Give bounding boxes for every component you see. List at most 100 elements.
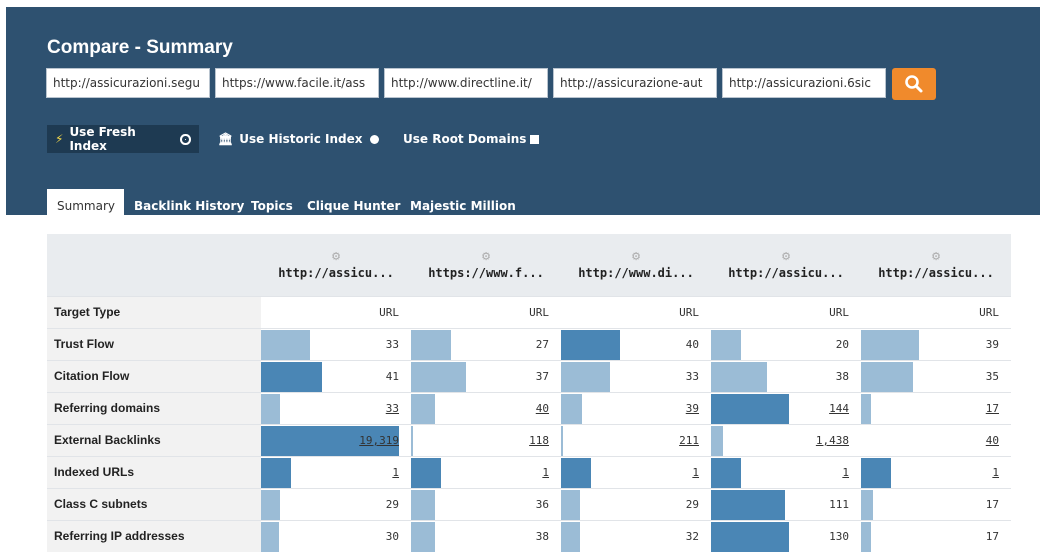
table-row: Citation Flow 41 37 33 38 35	[47, 360, 1011, 392]
value-bar	[861, 362, 913, 392]
value-text: 33	[685, 370, 699, 383]
value-bar	[711, 394, 789, 424]
table-row: External Backlinks 19,319 118 211 1,438 40	[47, 424, 1011, 456]
historic-index-option[interactable]: 🏛 Use Historic Index	[218, 125, 379, 153]
table-cell: 1	[561, 457, 709, 488]
value-text: 40	[685, 338, 699, 351]
value-bar	[411, 522, 435, 552]
root-domains-option[interactable]: Use Root Domains	[403, 125, 540, 153]
root-domains-checkbox[interactable]	[530, 134, 540, 144]
value-text: 30	[385, 530, 399, 543]
value-link[interactable]: 17	[986, 393, 999, 424]
tab-topics[interactable]: Topics	[251, 189, 293, 222]
column-header-3: ⚙ http://www.di...	[578, 249, 694, 280]
value-link[interactable]: 1	[542, 457, 549, 488]
gear-icon[interactable]: ⚙	[931, 250, 941, 263]
value-bar	[261, 394, 280, 424]
value-bar	[261, 522, 279, 552]
tab-backlink-history[interactable]: Backlink History	[134, 189, 244, 222]
value-link[interactable]: 40	[986, 425, 999, 456]
gear-icon[interactable]: ⚙	[781, 250, 791, 263]
value-text: 29	[685, 498, 699, 511]
tab-majestic-million[interactable]: Majestic Million	[410, 189, 516, 222]
value-text: URL	[679, 306, 699, 319]
url-input-1[interactable]	[46, 68, 210, 98]
gear-icon[interactable]: ⚙	[331, 250, 341, 263]
table-cell: URL	[561, 297, 709, 328]
value-text: 29	[385, 498, 399, 511]
value-bar	[261, 362, 322, 392]
value-bar	[411, 426, 413, 456]
value-link[interactable]: 1	[842, 457, 849, 488]
column-header-5: ⚙ http://assicu...	[878, 249, 994, 280]
root-domains-label: Use Root Domains	[403, 132, 527, 146]
row-label: Referring IP addresses	[47, 521, 261, 552]
value-link[interactable]: 211	[679, 425, 699, 456]
value-bar	[411, 458, 441, 488]
table-cell: 33	[261, 329, 409, 360]
gear-icon[interactable]: ⚙	[631, 250, 641, 263]
table-cell: 1	[711, 457, 859, 488]
value-bar	[561, 362, 610, 392]
table-cell: 1	[861, 457, 1009, 488]
url-input-3[interactable]	[384, 68, 548, 98]
value-link[interactable]: 1	[692, 457, 699, 488]
tab-clique-hunter[interactable]: Clique Hunter	[307, 189, 400, 222]
historic-index-radio[interactable]	[369, 134, 379, 144]
value-bar	[411, 330, 451, 360]
search-button[interactable]	[892, 68, 936, 100]
value-bar	[561, 426, 563, 456]
table-cell: 32	[561, 521, 709, 552]
table-cell: URL	[261, 297, 409, 328]
value-link[interactable]: 1	[992, 457, 999, 488]
row-label: Indexed URLs	[47, 457, 261, 488]
value-bar	[711, 330, 741, 360]
value-link[interactable]: 118	[529, 425, 549, 456]
value-text: 37	[535, 370, 549, 383]
column-header-2: ⚙ https://www.f...	[428, 249, 544, 280]
table-cell: 17	[861, 393, 1009, 424]
value-link[interactable]: 1	[392, 457, 399, 488]
table-cell: 130	[711, 521, 859, 552]
value-link[interactable]: 33	[386, 393, 399, 424]
value-text: 38	[535, 530, 549, 543]
table-cell: 40	[411, 393, 559, 424]
fresh-index-option[interactable]: ⚡ Use Fresh Index	[47, 125, 199, 153]
url-input-4[interactable]	[553, 68, 717, 98]
table-cell: 39	[861, 329, 1009, 360]
table-cell: 1	[261, 457, 409, 488]
value-text: 38	[835, 370, 849, 383]
row-label: Trust Flow	[47, 329, 261, 360]
value-bar	[561, 458, 591, 488]
table-cell: 33	[261, 393, 409, 424]
value-link[interactable]: 40	[536, 393, 549, 424]
table-cell: 38	[411, 521, 559, 552]
value-text: 35	[985, 370, 999, 383]
fresh-index-radio[interactable]	[180, 133, 191, 145]
table-row: Trust Flow 33 27 40 20 39	[47, 328, 1011, 360]
row-label: External Backlinks	[47, 425, 261, 456]
table-cell: 41	[261, 361, 409, 392]
page-title: Compare - Summary	[47, 37, 233, 58]
value-bar	[261, 458, 291, 488]
value-link[interactable]: 144	[829, 393, 849, 424]
value-bar	[861, 394, 871, 424]
url-input-2[interactable]	[215, 68, 379, 98]
table-cell: 17	[861, 521, 1009, 552]
table-cell: 40	[861, 425, 1009, 456]
value-link[interactable]: 1,438	[816, 425, 849, 456]
value-link[interactable]: 19,319	[359, 425, 399, 456]
value-text: 27	[535, 338, 549, 351]
value-bar	[411, 394, 435, 424]
table-cell: 35	[861, 361, 1009, 392]
value-text: 36	[535, 498, 549, 511]
url-input-5[interactable]	[722, 68, 886, 98]
tab-summary[interactable]: Summary	[47, 189, 124, 222]
header-panel: Compare - Summary ⚡ Use Fresh Index 🏛 Us…	[6, 7, 1040, 222]
row-label: Class C subnets	[47, 489, 261, 520]
gear-icon[interactable]: ⚙	[481, 250, 491, 263]
column-header-4: ⚙ http://assicu...	[728, 249, 844, 280]
table-cell: 1	[411, 457, 559, 488]
table-row: Class C subnets 29 36 29 111 17	[47, 488, 1011, 520]
value-link[interactable]: 39	[686, 393, 699, 424]
